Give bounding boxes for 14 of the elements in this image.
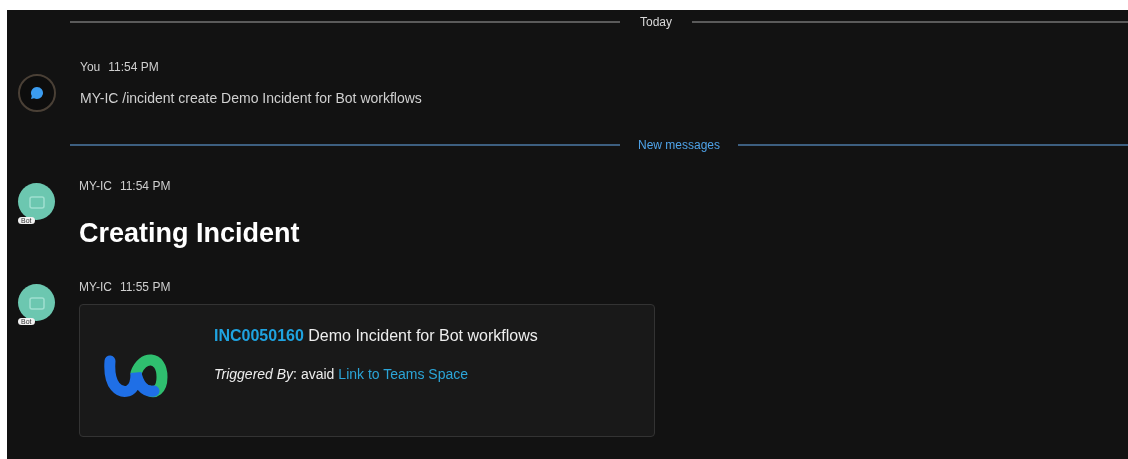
sender-name: MY-IC	[79, 179, 112, 193]
sender-name: MY-IC	[79, 280, 112, 294]
divider-label: New messages	[637, 138, 722, 152]
message-heading: Creating Incident	[79, 218, 300, 249]
chat-bubble-icon	[30, 86, 44, 100]
message-time: 11:55 PM	[119, 280, 171, 294]
divider-label: Today	[639, 15, 674, 29]
message-time: 11:54 PM	[108, 60, 159, 74]
teams-space-link[interactable]: Link to Teams Space	[338, 362, 469, 387]
triggered-by-text: Triggered By: avaid	[214, 365, 335, 384]
message-text: MY-IC /incident create Demo Incident for Bot workflows	[80, 90, 422, 106]
incident-title: INC0050160 Demo Incident for Bot workflows	[214, 326, 539, 346]
sender-name: You	[80, 60, 101, 74]
message-time: 11:54 PM	[119, 179, 171, 193]
